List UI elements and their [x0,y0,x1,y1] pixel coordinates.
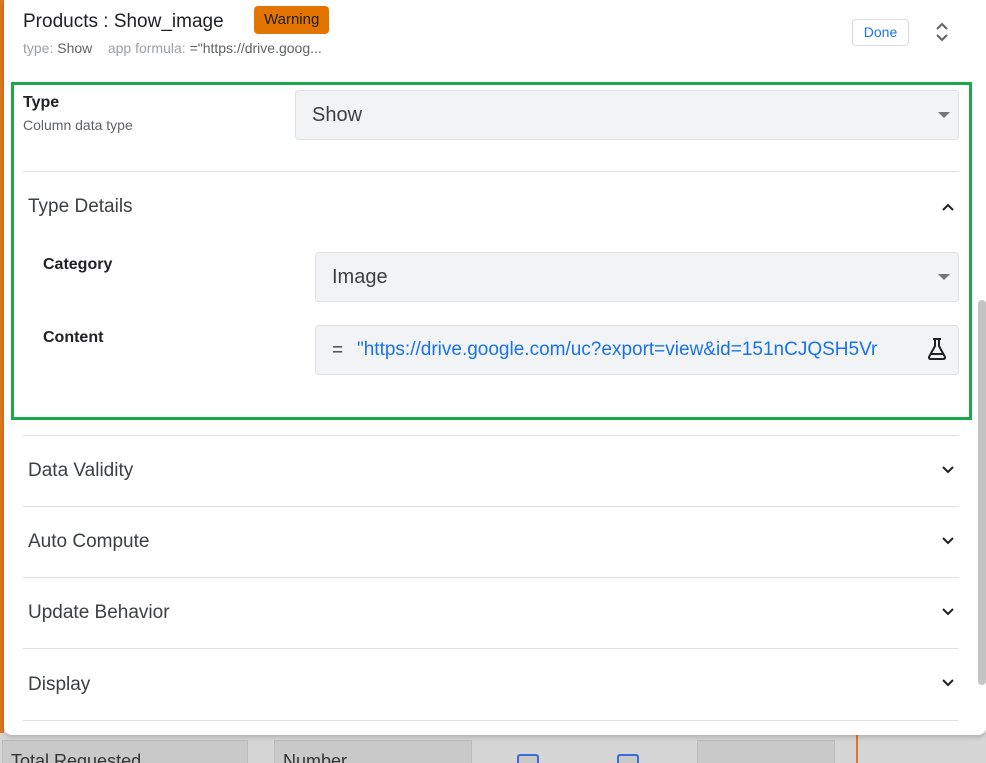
divider [23,720,959,721]
section-data-validity[interactable]: Data Validity [28,460,133,482]
divider [23,648,959,649]
divider [23,435,959,436]
divider [23,577,959,578]
content-formula-field[interactable]: = "https://drive.google.com/uc?export=vi… [315,325,959,375]
category-select-value: Image [332,266,388,288]
dialog-title: Products : Show_image [23,11,224,32]
chevron-down-icon[interactable] [940,675,956,691]
dialog-body: Type Column data type Show Type Details … [4,78,986,735]
type-sublabel: Column data type [23,117,133,133]
background-divider [856,735,858,763]
type-details-title[interactable]: Type Details [28,196,133,218]
background-cell-total-requested: Total Requested [2,740,248,763]
chevron-down-icon[interactable] [940,462,956,478]
background-cell-number: Number [274,740,472,763]
formula-summary-label: app formula: [107,40,186,56]
type-select-value: Show [312,104,363,126]
flask-icon[interactable] [926,337,948,361]
column-summary: type: Show app formula: ="https://drive.… [23,40,322,56]
chevron-down-icon[interactable] [940,604,956,620]
background-checkbox [517,754,539,763]
formula-summary-value: ="https://drive.goog... [189,40,322,56]
scrollbar[interactable] [978,300,986,685]
divider [23,506,959,507]
dialog-header: Products : Show_image Warning type: Show… [4,0,986,78]
warning-badge[interactable]: Warning [254,6,330,34]
content-formula-text: "https://drive.google.com/uc?export=view… [357,339,878,360]
done-button[interactable]: Done [852,19,909,46]
background-checkbox [617,754,639,763]
category-label: Category [43,256,113,273]
section-display[interactable]: Display [28,674,90,696]
background-cell [697,740,835,763]
dropdown-arrow-icon [938,112,950,118]
formula-equals-sign: = [332,340,344,361]
type-select[interactable]: Show [295,90,959,140]
section-auto-compute[interactable]: Auto Compute [28,531,149,553]
column-editor-dialog: Products : Show_image Warning type: Show… [4,0,986,735]
type-summary-label: type: [23,40,54,56]
divider [23,171,959,172]
chevron-down-icon[interactable] [940,533,956,549]
type-summary-value: Show [57,40,93,56]
type-label: Type [23,94,60,111]
category-select[interactable]: Image [315,252,959,302]
dropdown-arrow-icon [938,274,950,280]
expand-collapse-icon[interactable] [932,21,952,43]
chevron-up-icon[interactable] [940,199,956,215]
content-label: Content [43,329,104,346]
section-update-behavior[interactable]: Update Behavior [28,602,170,624]
